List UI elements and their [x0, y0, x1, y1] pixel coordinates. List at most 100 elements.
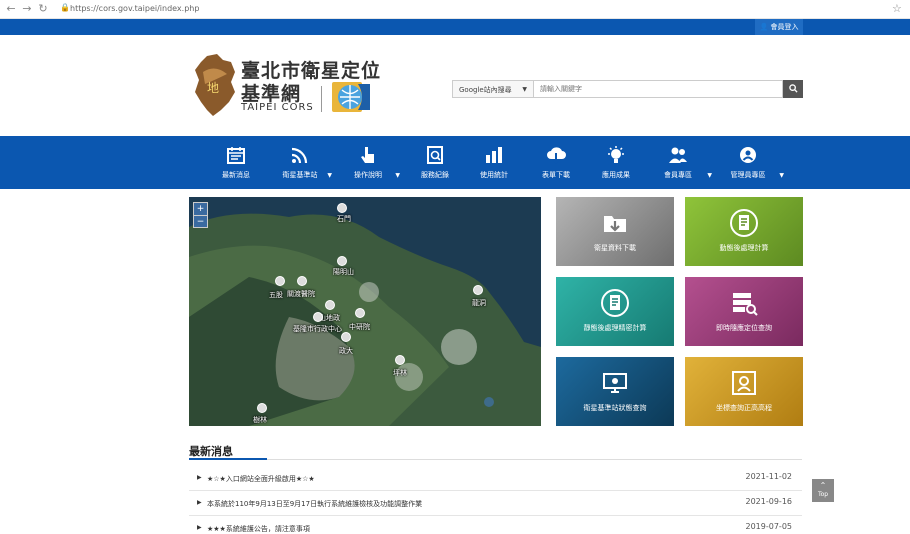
nav-item-results[interactable]: 應用成果	[586, 143, 646, 183]
bookmark-star-icon[interactable]: ☆	[892, 2, 902, 15]
nav-item-instructions[interactable]: 操作說明 ▼	[338, 143, 400, 183]
nav-label: 操作說明	[354, 171, 382, 179]
station-label: 石門	[337, 215, 351, 223]
zoom-in-button[interactable]: +	[194, 203, 207, 215]
station-pin[interactable]	[325, 300, 335, 310]
lock-icon: 🔒	[60, 3, 70, 12]
taipei-map-logo-icon[interactable]: 地	[193, 54, 237, 116]
site-subtitle: TAIPEI CORS	[241, 102, 314, 113]
bar-chart-icon	[486, 147, 502, 163]
station-pin[interactable]	[341, 332, 351, 342]
station-pin[interactable]	[297, 276, 307, 286]
station-pin[interactable]	[313, 312, 323, 322]
station-label: 五股	[269, 291, 283, 299]
station-pin[interactable]	[395, 355, 405, 365]
tile-label: 即時隨應定位查詢	[716, 324, 772, 332]
member-login-button[interactable]: 👤 會員登入	[755, 19, 803, 35]
news-item-title[interactable]: ★☆★入口網站全面升級啟用★☆★	[207, 474, 315, 484]
logo-divider	[321, 86, 322, 112]
nav-label: 最新消息	[222, 171, 250, 179]
news-item-title[interactable]: ★★★系統維護公告，請注意事項	[207, 524, 310, 534]
tile-label: 坐標查詢正高高程	[716, 404, 772, 412]
tile-static-precision[interactable]: 靜態後處理精密計算	[556, 277, 674, 346]
member-login-label: 會員登入	[770, 23, 799, 31]
nav-label: 會員專區	[664, 171, 692, 179]
signal-icon	[291, 147, 308, 164]
back-to-top-button[interactable]: ⌃ Top	[812, 479, 834, 502]
news-item-date: 2021-11-02	[745, 472, 793, 481]
nav-label: 應用成果	[602, 171, 630, 179]
news-item[interactable]: ▶ ★☆★入口網站全面升級啟用★☆★ 2021-11-02	[189, 466, 802, 491]
hand-pointer-icon	[361, 147, 374, 163]
nav-item-records[interactable]: 服務紀錄	[405, 143, 465, 183]
satellite-terrain-image	[189, 197, 541, 426]
map-pin-icon	[732, 371, 756, 395]
search-button[interactable]	[783, 80, 803, 98]
cors-emblem-icon	[332, 82, 370, 112]
station-pin[interactable]	[473, 285, 483, 295]
station-pin[interactable]	[337, 256, 347, 266]
station-label: 中研院	[349, 323, 370, 331]
chevron-down-icon: ▼	[522, 86, 527, 93]
caret-right-icon: ▶	[197, 524, 202, 531]
station-map[interactable]: 石門 陽明山 五股 關渡醫院 山地政 中研院 基隆市行政中心 政大 坪林 龍洞 …	[189, 197, 541, 426]
nav-item-statistics[interactable]: 使用統計	[464, 143, 524, 183]
lightbulb-icon	[608, 146, 624, 163]
station-label: 龍洞	[472, 299, 486, 307]
nav-item-news[interactable]: 最新消息	[206, 143, 266, 183]
caret-down-icon: ▼	[395, 172, 400, 179]
caret-down-icon: ▼	[327, 172, 332, 179]
forward-icon[interactable]: →	[20, 2, 34, 16]
news-item[interactable]: ▶ ★★★系統維護公告，請注意事項 2019-07-05	[189, 516, 802, 534]
tile-label: 衛星資料下載	[594, 244, 636, 252]
tile-station-status[interactable]: 衛星基準站狀態查詢	[556, 357, 674, 426]
station-label: 政大	[339, 347, 353, 355]
search-icon	[788, 84, 798, 93]
search-scope-label: Google站內搜尋	[459, 86, 512, 94]
station-pin[interactable]	[355, 308, 365, 318]
svg-text:地: 地	[207, 81, 219, 95]
nav-item-stations[interactable]: 衛星基準站 ▼	[270, 143, 332, 183]
news-heading: 最新消息	[189, 445, 233, 458]
station-pin[interactable]	[275, 276, 285, 286]
admin-gear-icon	[740, 147, 756, 163]
station-label: 樹林	[253, 416, 267, 424]
station-label: 基隆市行政中心	[293, 325, 342, 333]
caret-down-icon: ▼	[707, 172, 712, 179]
station-pin[interactable]	[257, 403, 267, 413]
tile-label: 衛星基準站狀態查詢	[583, 404, 647, 412]
nav-item-members[interactable]: 會員專區 ▼	[648, 143, 712, 183]
caret-right-icon: ▶	[197, 499, 202, 506]
station-label: 坪林	[393, 369, 407, 377]
users-icon	[669, 147, 687, 163]
news-item-title[interactable]: 本系統於110年9月13日至9月17日執行系統維護檢核及功能調整作業	[207, 499, 422, 509]
nav-item-downloads[interactable]: 表單下載	[526, 143, 586, 183]
chevron-up-icon: ⌃	[819, 481, 827, 490]
document-precision-icon	[601, 289, 629, 317]
monitor-status-icon	[603, 373, 627, 393]
nav-label: 表單下載	[542, 171, 570, 179]
station-label: 陽明山	[333, 268, 354, 276]
station-label: 關渡醫院	[287, 290, 315, 298]
document-calc-icon	[730, 209, 758, 237]
address-bar[interactable]: https://cors.gov.taipei/index.php	[70, 3, 199, 15]
nav-label: 服務紀錄	[421, 171, 449, 179]
tile-realtime-positioning[interactable]: 即時隨應定位查詢	[685, 277, 803, 346]
tile-data-download[interactable]: 衛星資料下載	[556, 197, 674, 266]
station-pin[interactable]	[337, 203, 347, 213]
zoom-out-button[interactable]: −	[194, 215, 207, 228]
reload-icon[interactable]: ↻	[36, 2, 50, 16]
search-scope-select[interactable]: Google站內搜尋 ▼	[452, 80, 534, 98]
tile-coordinate-height[interactable]: 坐標查詢正高高程	[685, 357, 803, 426]
tile-kinematic-processing[interactable]: 動態後處理計算	[685, 197, 803, 266]
back-icon[interactable]: ←	[4, 2, 18, 16]
news-item[interactable]: ▶ 本系統於110年9月13日至9月17日執行系統維護檢核及功能調整作業 202…	[189, 491, 802, 516]
caret-down-icon: ▼	[779, 172, 784, 179]
news-item-date: 2021-09-16	[745, 497, 793, 506]
user-icon: 👤	[759, 23, 769, 31]
search-input[interactable]	[534, 80, 783, 98]
nav-item-admin[interactable]: 管理員專區 ▼	[718, 143, 784, 183]
caret-right-icon: ▶	[197, 474, 202, 481]
news-divider-accent	[189, 458, 267, 460]
server-search-icon	[733, 293, 758, 316]
